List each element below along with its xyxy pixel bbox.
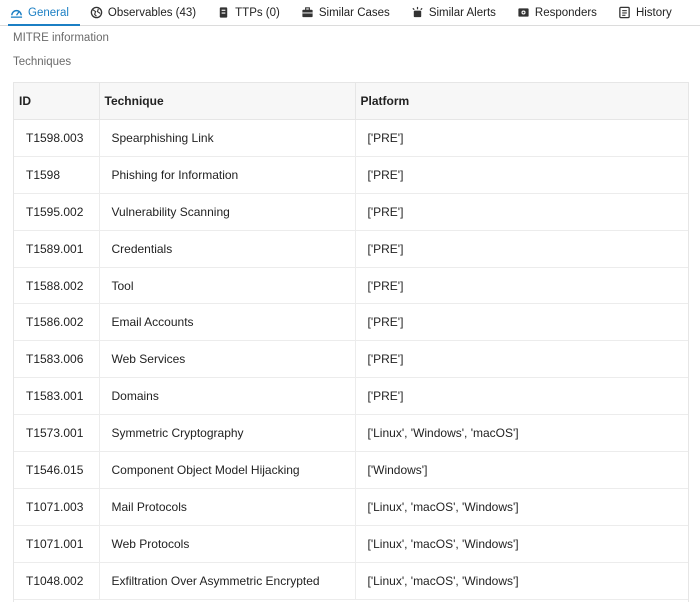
ttp-icon [217,6,230,19]
tab-observables-label: Observables (43) [107,6,197,19]
table-row[interactable]: T1048.002 Exfiltration Over Asymmetric En… [14,562,688,600]
cell-id: T1586.002 [14,303,99,342]
table-row[interactable]: T1546.015 Component Object Model Hijackin… [14,451,688,489]
tab-responders[interactable]: Responders [515,0,608,25]
tab-ttps-label: TTPs (0) [235,6,280,19]
cell-platform: ['Linux', 'Windows', 'macOS'] [354,414,688,453]
tab-general[interactable]: General [8,0,80,26]
cell-id: T1573.001 [14,414,99,453]
cell-id: T1588.002 [14,267,99,305]
cell-technique: Credentials [98,230,355,268]
tab-general-label: General [28,6,69,19]
table-row[interactable]: T1589.001 Credentials ['PRE'] [14,230,688,268]
cell-platform: ['PRE'] [354,377,688,416]
techniques-table: ID Technique Platform T1598.003 Spearphis… [14,82,688,600]
techniques-section-title: Techniques [13,56,72,68]
tab-history-label: History [635,6,672,19]
mitre-section-title: MITRE information [13,32,109,44]
tab-similar-cases-label: Similar Cases [318,6,390,19]
cell-id: T1598.003 [14,119,99,157]
tab-ttps[interactable]: TTPs (0) [215,0,291,25]
table-row[interactable]: T1583.001 Domains ['PRE'] [14,377,688,416]
table-row[interactable]: T1586.002 Email Accounts ['PRE'] [14,303,688,342]
cell-technique: Tool [98,267,355,305]
tab-observables[interactable]: Observables (43) [88,0,207,25]
cell-technique: Mail Protocols [98,488,355,526]
cell-id: T1598 [14,156,99,194]
table-row[interactable]: T1595.002 Vulnerability Scanning ['PRE'] [14,193,688,231]
cell-technique: Spearphishing Link [98,119,355,157]
column-header-id[interactable]: ID [14,82,99,120]
cell-id: T1071.003 [14,488,99,526]
cell-technique: Domains [98,377,355,416]
cell-technique: Web Services [98,340,355,379]
table-header-row: ID Technique Platform [14,82,688,120]
techniques-table-container: ID Technique Platform T1598.003 Spearphis… [13,82,689,602]
cell-platform: ['Linux', 'macOS', 'Windows'] [354,525,688,563]
cell-technique: Exfiltration Over Asymmetric Encrypted [98,562,355,600]
cell-platform: ['Linux', 'macOS', 'Windows'] [354,562,688,600]
cell-technique: Phishing for Information [98,156,355,194]
cell-id: T1595.002 [14,193,99,231]
table-row[interactable]: T1583.006 Web Services ['PRE'] [14,340,688,379]
cell-platform: ['PRE'] [354,156,688,194]
cell-id: T1546.015 [14,451,99,489]
table-row[interactable]: T1598.003 Spearphishing Link ['PRE'] [14,119,688,157]
table-row[interactable]: T1071.001 Web Protocols ['Linux', 'macOS',… [14,525,688,563]
cell-platform: ['PRE'] [354,193,688,231]
tab-similar-alerts[interactable]: Similar Alerts [409,0,507,25]
cell-platform: ['Windows'] [354,451,688,489]
table-row[interactable]: T1598 Phishing for Information ['PRE'] [14,156,688,194]
cell-technique: Symmetric Cryptography [98,414,355,453]
dashboard-icon [10,6,23,19]
tab-similar-cases[interactable]: Similar Cases [299,0,401,25]
cell-platform: ['PRE'] [354,303,688,342]
briefcase-icon [301,6,314,19]
cell-technique: Web Protocols [98,525,355,563]
tab-history[interactable]: History [616,0,683,25]
cell-id: T1583.001 [14,377,99,416]
cell-id: T1071.001 [14,525,99,563]
cell-id: T1583.006 [14,340,99,379]
responders-icon [517,6,530,19]
cell-platform: ['PRE'] [354,340,688,379]
cell-id: T1589.001 [14,230,99,268]
column-header-platform[interactable]: Platform [354,82,688,120]
table-row[interactable]: T1588.002 Tool ['PRE'] [14,267,688,305]
history-icon [618,6,631,19]
cell-platform: ['PRE'] [354,267,688,305]
tab-similar-alerts-label: Similar Alerts [428,6,496,19]
cell-platform: ['Linux', 'macOS', 'Windows'] [354,488,688,526]
globe-icon [90,6,103,19]
cell-technique: Component Object Model Hijacking [98,451,355,489]
cell-platform: ['PRE'] [354,230,688,268]
alerts-icon [411,6,424,19]
table-row[interactable]: T1573.001 Symmetric Cryptography ['Linux',… [14,414,688,453]
cell-id: T1048.002 [14,562,99,600]
tab-responders-label: Responders [534,6,597,19]
cell-technique: Email Accounts [98,303,355,342]
cell-platform: ['PRE'] [354,119,688,157]
tab-bar: General Observables (43) TTPs (0) Simila… [0,0,700,26]
table-row[interactable]: T1071.003 Mail Protocols ['Linux', 'macOS'… [14,488,688,526]
column-header-technique[interactable]: Technique [98,82,355,120]
cell-technique: Vulnerability Scanning [98,193,355,231]
